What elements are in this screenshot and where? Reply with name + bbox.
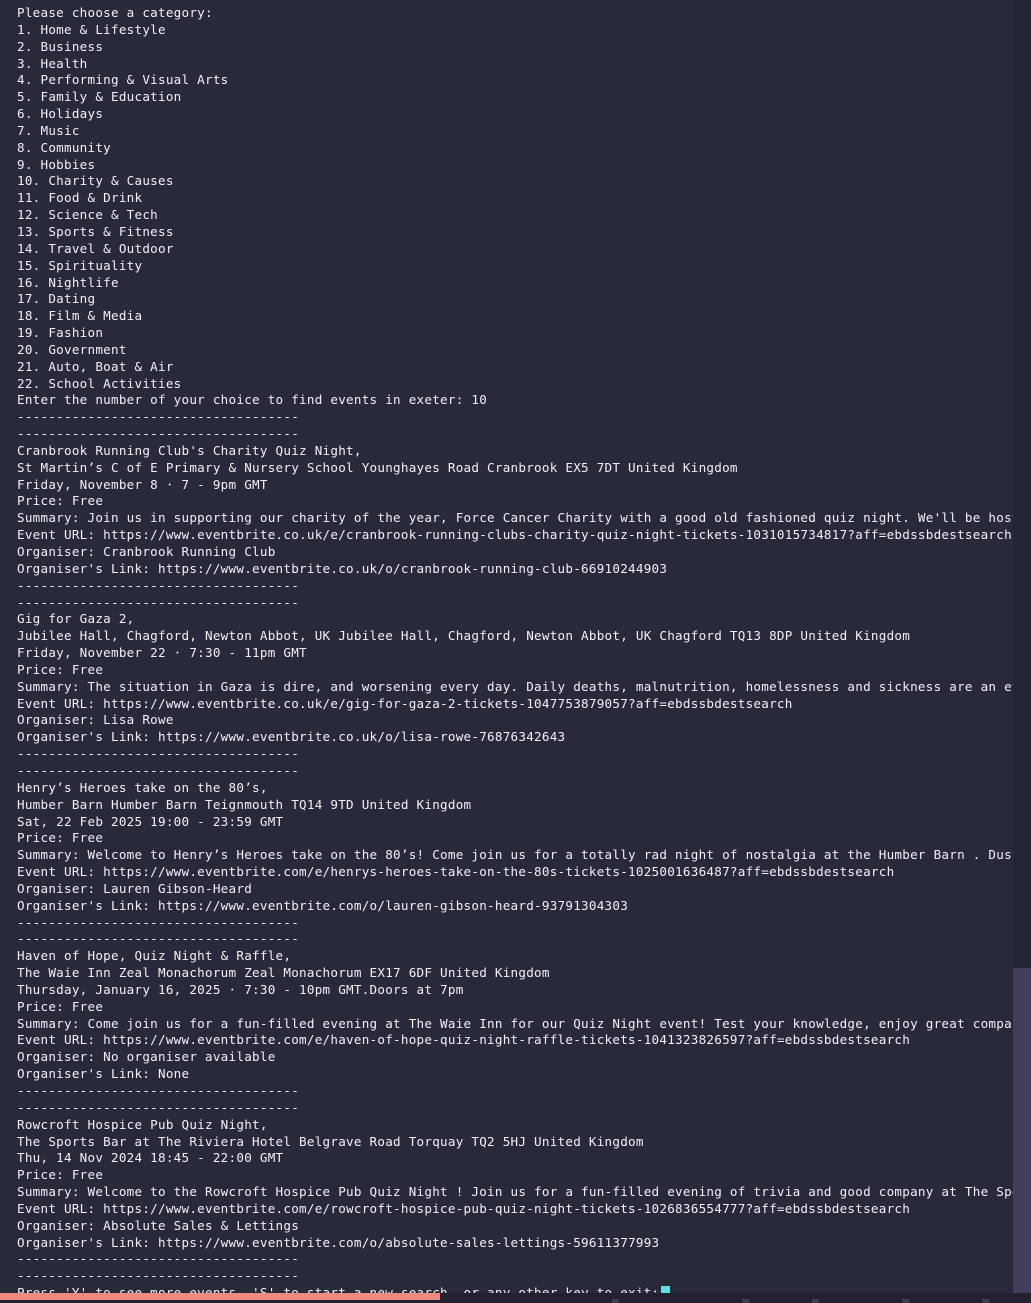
event-separator: ------------------------------------ [17,746,300,762]
event-price: Price: Free [17,1167,104,1183]
event-organiser-link: Organiser's Link: https://www.eventbrite… [17,560,668,576]
event-organiser-link: Organiser's Link: https://www.eventbrite… [17,729,566,745]
category-item-2: 2. Business [17,38,104,54]
event-datetime: Friday, November 22 · 7:30 - 11pm GMT [17,645,307,661]
category-item-20: 20. Government [17,341,127,357]
event-entry: Haven of Hope, Quiz Night & Raffle, The W… [17,948,1031,1083]
event-entry: Cranbrook Running Club's Charity Quiz Ni… [17,443,1031,578]
taskbar-icon[interactable] [982,1299,989,1303]
category-item-13: 13. Sports & Fitness [17,223,174,239]
event-price: Price: Free [17,998,104,1014]
event-venue: The Sports Bar at The Riviera Hotel Belg… [17,1133,644,1149]
event-separator: ------------------------------------ [17,577,300,593]
taskbar-active-window[interactable] [0,1293,440,1300]
event-separator: ------------------------------------ [17,409,300,425]
event-separator: ------------------------------------ [17,426,300,442]
category-item-14: 14. Travel & Outdoor [17,240,174,256]
taskbar-icon[interactable] [902,1299,909,1303]
event-event-url: Event URL: https://www.eventbrite.com/e/… [17,1200,911,1216]
event-summary: Summary: Welcome to the Rowcroft Hospice… [17,1184,1031,1200]
event-organiser-link: Organiser's Link: https://www.eventbrite… [17,1234,660,1250]
event-event-url: Event URL: https://www.eventbrite.co.uk/… [17,695,793,711]
event-datetime: Thu, 14 Nov 2024 18:45 - 22:00 GMT [17,1150,284,1166]
event-organiser: Organiser: Absolute Sales & Lettings [17,1217,300,1233]
events-list: ------------------------------------ ----… [17,409,1031,1251]
event-organiser-link: Organiser's Link: None [17,1066,190,1082]
category-item-18: 18. Film & Media [17,308,143,324]
category-item-19: 19. Fashion [17,325,104,341]
event-summary: Summary: Join us in supporting our chari… [17,510,1031,526]
event-separator: ------------------------------------ [17,594,300,610]
category-item-10: 10. Charity & Causes [17,173,174,189]
category-item-15: 15. Spirituality [17,257,143,273]
event-organiser: Organiser: No organiser available [17,1049,276,1065]
event-datetime: Sat, 22 Feb 2025 19:00 - 23:59 GMT [17,813,284,829]
category-item-17: 17. Dating [17,291,96,307]
event-price: Price: Free [17,661,104,677]
event-summary: Summary: Welcome to Henry’s Heroes take … [17,847,1031,863]
category-item-9: 9. Hobbies [17,156,96,172]
event-datetime: Friday, November 8 · 7 - 9pm GMT [17,476,268,492]
category-item-1: 1. Home & Lifestyle [17,21,166,37]
event-title: Henry’s Heroes take on the 80’s, [17,779,268,795]
event-venue: St Martin’s C of E Primary & Nursery Sch… [17,459,738,475]
event-separator: ------------------------------------ [17,931,300,947]
event-separator: ------------------------------------ [17,1083,300,1098]
event-organiser: Organiser: Lisa Rowe [17,712,174,728]
event-venue: The Waie Inn Zeal Monachorum Zeal Monach… [17,965,550,981]
event-entry: Rowcroft Hospice Pub Quiz Night, The Spor… [17,1117,1031,1252]
category-list: 1. Home & Lifestyle 2. Business 3. Health 4… [17,22,1031,393]
category-item-7: 7. Music [17,122,80,138]
category-item-12: 12. Science & Tech [17,207,159,223]
category-item-6: 6. Holidays [17,106,104,122]
event-organiser: Organiser: Cranbrook Running Club [17,544,276,559]
event-summary: Summary: Come join us for a fun-filled e… [17,1015,1031,1031]
event-event-url: Event URL: https://www.eventbrite.com/e/… [17,1032,911,1048]
category-item-16: 16. Nightlife [17,274,119,290]
taskbar-icon[interactable] [742,1299,749,1303]
event-event-url: Event URL: https://www.eventbrite.co.uk/… [17,527,1012,543]
category-item-3: 3. Health [17,55,88,71]
event-title: Cranbrook Running Club's Charity Quiz Ni… [17,442,362,458]
event-event-url: Event URL: https://www.eventbrite.com/e/… [17,864,895,880]
category-item-5: 5. Family & Education [17,89,182,105]
event-organiser-link: Organiser's Link: https://www.eventbrite… [17,897,629,913]
event-separator: ------------------------------------ [17,914,300,930]
event-title: Rowcroft Hospice Pub Quiz Night, [17,1116,268,1132]
event-entry: Gig for Gaza 2, Jubilee Hall, Chagford, N… [17,611,1031,746]
category-item-4: 4. Performing & Visual Arts [17,72,229,88]
event-venue: Jubilee Hall, Chagford, Newton Abbot, UK… [17,628,911,644]
event-price: Price: Free [17,830,104,846]
event-venue: Humber Barn Humber Barn Teignmouth TQ14 … [17,796,472,812]
event-separator-bottom-2: ------------------------------------ [17,1268,300,1284]
event-price: Price: Free [17,493,104,509]
category-prompt-header: Please choose a category: [17,5,213,20]
event-title: Gig for Gaza 2, [17,611,135,627]
event-title: Haven of Hope, Quiz Night & Raffle, [17,948,292,964]
event-datetime: Thursday, January 16, 2025 · 7:30 - 10pm… [17,981,464,997]
event-separator: ------------------------------------ [17,1099,300,1115]
event-organiser: Organiser: Lauren Gibson-Heard [17,880,253,896]
taskbar-icon[interactable] [612,1299,619,1303]
event-entry: Henry’s Heroes take on the 80’s, Humber B… [17,780,1031,915]
category-item-21: 21. Auto, Boat & Air [17,358,174,374]
scrollbar-thumb[interactable] [1013,968,1031,1293]
category-item-11: 11. Food & Drink [17,190,143,206]
event-separator: ------------------------------------ [17,762,300,778]
event-separator-bottom: ------------------------------------ [17,1251,300,1267]
scrollbar-track[interactable] [1013,0,1031,1293]
choice-prompt-line: Enter the number of your choice to find … [17,392,488,408]
taskbar[interactable] [0,1293,1031,1303]
terminal-output[interactable]: Please choose a category: 1. Home & Life… [0,0,1031,1303]
category-item-8: 8. Community [17,139,112,155]
category-item-22: 22. School Activities [17,375,182,391]
taskbar-icon[interactable] [812,1299,819,1303]
event-summary: Summary: The situation in Gaza is dire, … [17,678,1031,694]
